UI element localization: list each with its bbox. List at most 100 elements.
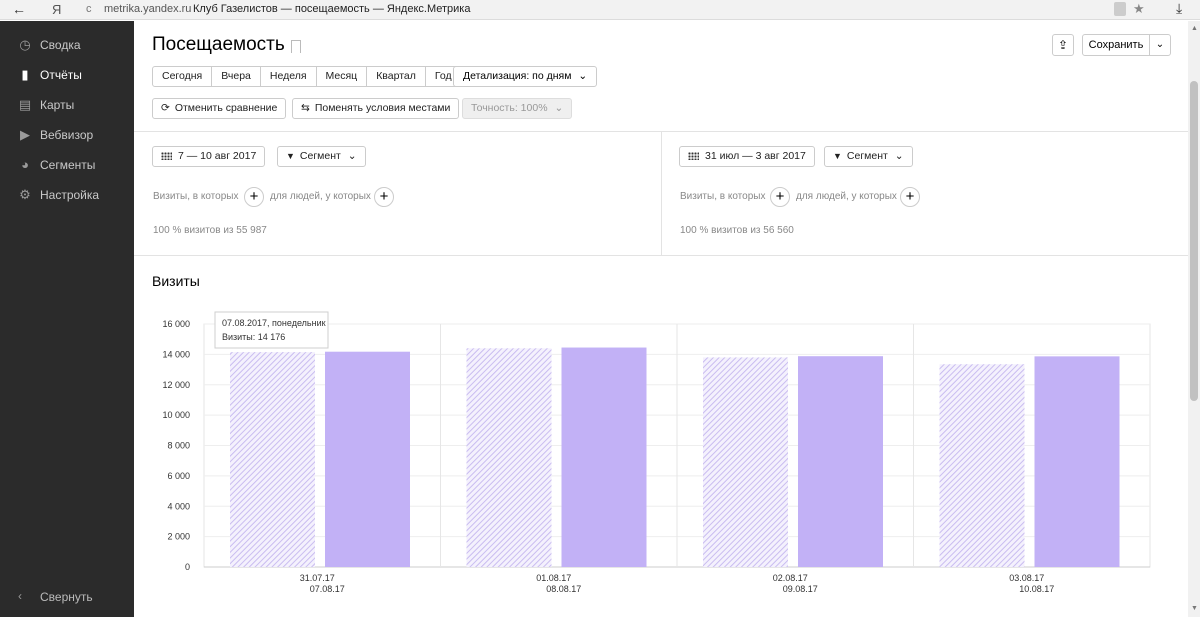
- people-condition-label: для людей, у которых: [796, 191, 897, 202]
- period-button[interactable]: Неделя: [259, 66, 317, 87]
- people-condition-label: для людей, у которых: [270, 191, 371, 202]
- period-button[interactable]: Вчера: [211, 66, 261, 87]
- y-tick-label: 2 000: [167, 532, 190, 542]
- chevron-down-icon: ⌄: [894, 150, 904, 162]
- filter-icon: ▼: [286, 151, 295, 161]
- date-range-left-label: 7 — 10 авг 2017: [178, 150, 257, 162]
- sidebar-item[interactable]: ▤ Карты: [0, 90, 134, 120]
- share-button[interactable]: ⇪: [1052, 34, 1074, 56]
- divider: [661, 131, 662, 255]
- download-icon[interactable]: ⤓: [1176, 0, 1182, 17]
- bar-comparison-period[interactable]: [466, 348, 552, 567]
- date-range-left-button[interactable]: 7 — 10 авг 2017: [152, 146, 266, 167]
- sidebar-item-label: Сводка: [40, 38, 81, 52]
- period-button[interactable]: Сегодня: [152, 66, 213, 87]
- add-people-condition-button[interactable]: +: [900, 187, 920, 207]
- x-tick-label: 08.08.17: [546, 584, 581, 594]
- segment-left-label: Сегмент: [299, 150, 341, 162]
- address-bar-url[interactable]: metrika.yandex.ru: [104, 3, 191, 15]
- lock-icon[interactable]: [1114, 2, 1126, 16]
- y-tick-label: 10 000: [162, 410, 190, 420]
- swap-icon: ⇆: [301, 102, 310, 114]
- sidebar-item-label: Настройка: [40, 188, 100, 202]
- sidebar-item[interactable]: ◷ Сводка: [0, 30, 134, 60]
- save-button[interactable]: Сохранить: [1082, 34, 1150, 56]
- segment-left-dropdown[interactable]: ▼ Сегмент ⌄: [277, 146, 366, 167]
- browser-toolbar: ← Я c metrika.yandex.ru Клуб Газелистов …: [0, 0, 1200, 20]
- map-icon: ▤: [18, 97, 32, 112]
- detail-dropdown[interactable]: Детализация: по дням ⌄: [453, 66, 598, 87]
- scroll-down-icon[interactable]: ▼: [1191, 605, 1198, 612]
- play-icon: ▶: [20, 127, 30, 142]
- visits-condition-label: Визиты, в которых: [153, 191, 239, 202]
- date-range-right-button[interactable]: 31 июл — 3 авг 2017: [679, 146, 815, 167]
- swap-conditions-label: Поменять условия местами: [314, 102, 451, 114]
- accuracy-label: Точность: 100%: [471, 102, 548, 114]
- calendar-icon: [161, 152, 172, 160]
- x-tick-label: 01.08.17: [536, 573, 571, 583]
- bar-main-period[interactable]: [1034, 356, 1120, 567]
- collapse-sidebar-button[interactable]: ‹ Свернуть: [0, 587, 134, 607]
- segment-right-dropdown[interactable]: ▼ Сегмент ⌄: [824, 146, 913, 167]
- date-range-right-label: 31 июл — 3 авг 2017: [705, 150, 806, 162]
- chevron-left-icon: ‹: [18, 589, 22, 603]
- sidebar-item-label: Карты: [40, 98, 75, 112]
- accuracy-dropdown[interactable]: Точность: 100% ⌄: [462, 98, 573, 119]
- visits-chart: 0 2 000 4 000 6 000 8 000 10 000 12 000 14 000 1…: [162, 311, 1151, 594]
- bookmark-icon[interactable]: [291, 40, 301, 53]
- yandex-logo-icon[interactable]: Я: [52, 2, 61, 17]
- y-tick-label: 4 000: [167, 501, 190, 511]
- tooltip-visits: Визиты: 14 176: [222, 332, 285, 342]
- calendar-icon: [688, 152, 699, 160]
- bar-main-period[interactable]: [798, 356, 883, 567]
- period-selector: Сегодня Вчера Неделя Месяц Квартал Год: [152, 66, 462, 87]
- bar-main-period[interactable]: [325, 351, 410, 567]
- chevron-down-icon: ⌄: [347, 150, 357, 162]
- sidebar-item[interactable]: ▮ Отчёты: [0, 60, 134, 90]
- x-tick-label: 09.08.17: [783, 584, 818, 594]
- swap-conditions-button[interactable]: ⇆ Поменять условия местами: [292, 98, 460, 119]
- main-content: Посещаемость ⇪ Сохранить ⌄ Сегодня Вчера Н…: [134, 21, 1188, 617]
- sidebar-item-label: Сегменты: [40, 158, 96, 172]
- chevron-down-icon: ⌄: [554, 102, 564, 114]
- bar-main-period[interactable]: [561, 347, 647, 567]
- save-dropdown-button[interactable]: ⌄: [1149, 34, 1171, 56]
- back-arrow-icon[interactable]: ←: [12, 1, 26, 17]
- add-people-condition-button[interactable]: +: [374, 187, 394, 207]
- y-tick-label: 14 000: [162, 349, 190, 359]
- pie-icon: ◕: [21, 157, 29, 172]
- page-tab-title: Клуб Газелистов — посещаемость — Яндекс.…: [193, 3, 471, 15]
- sidebar-item-label: Вебвизор: [40, 128, 94, 142]
- y-tick-label: 0: [185, 562, 190, 572]
- add-visit-condition-button[interactable]: +: [244, 187, 264, 207]
- reload-icon[interactable]: c: [86, 3, 92, 15]
- cancel-compare-label: Отменить сравнение: [174, 102, 278, 114]
- visits-condition-label: Визиты, в которых: [680, 191, 766, 202]
- refresh-icon: ⟳: [161, 102, 170, 114]
- cancel-compare-button[interactable]: ⟳ Отменить сравнение: [152, 98, 287, 119]
- scroll-thumb[interactable]: [1190, 81, 1198, 401]
- x-tick-label: 10.08.17: [1019, 584, 1054, 594]
- tooltip-date: 07.08.2017, понедельник: [222, 318, 326, 328]
- y-tick-label: 16 000: [162, 319, 190, 329]
- sidebar-item-label: Отчёты: [40, 68, 82, 82]
- segment-right-label: Сегмент: [846, 150, 888, 162]
- add-visit-condition-button[interactable]: +: [770, 187, 790, 207]
- detail-label: Детализация: по дням: [463, 70, 572, 82]
- sidebar: ◷ Сводка ▮ Отчёты ▤ Карты ▶ Вебвизор ◕ Сегменты ⚙ Н…: [0, 21, 134, 617]
- x-tick-label: 03.08.17: [1009, 573, 1044, 583]
- bar-comparison-period[interactable]: [230, 352, 315, 567]
- bar-comparison-period[interactable]: [939, 364, 1025, 567]
- scrollbar[interactable]: ▲ ▼: [1188, 21, 1200, 617]
- collapse-label: Свернуть: [40, 590, 93, 604]
- bar-comparison-period[interactable]: [703, 357, 788, 567]
- period-button[interactable]: Месяц: [315, 66, 368, 87]
- sidebar-item[interactable]: ⚙ Настройка: [0, 180, 134, 210]
- visits-summary: 100 % визитов из 55 987: [153, 225, 267, 236]
- star-icon[interactable]: ★: [1133, 1, 1145, 17]
- period-button[interactable]: Квартал: [366, 66, 426, 87]
- scroll-up-icon[interactable]: ▲: [1191, 25, 1198, 32]
- sidebar-item[interactable]: ◕ Сегменты: [0, 150, 134, 180]
- sidebar-item[interactable]: ▶ Вебвизор: [0, 120, 134, 150]
- chevron-down-icon: ⌄: [578, 70, 588, 82]
